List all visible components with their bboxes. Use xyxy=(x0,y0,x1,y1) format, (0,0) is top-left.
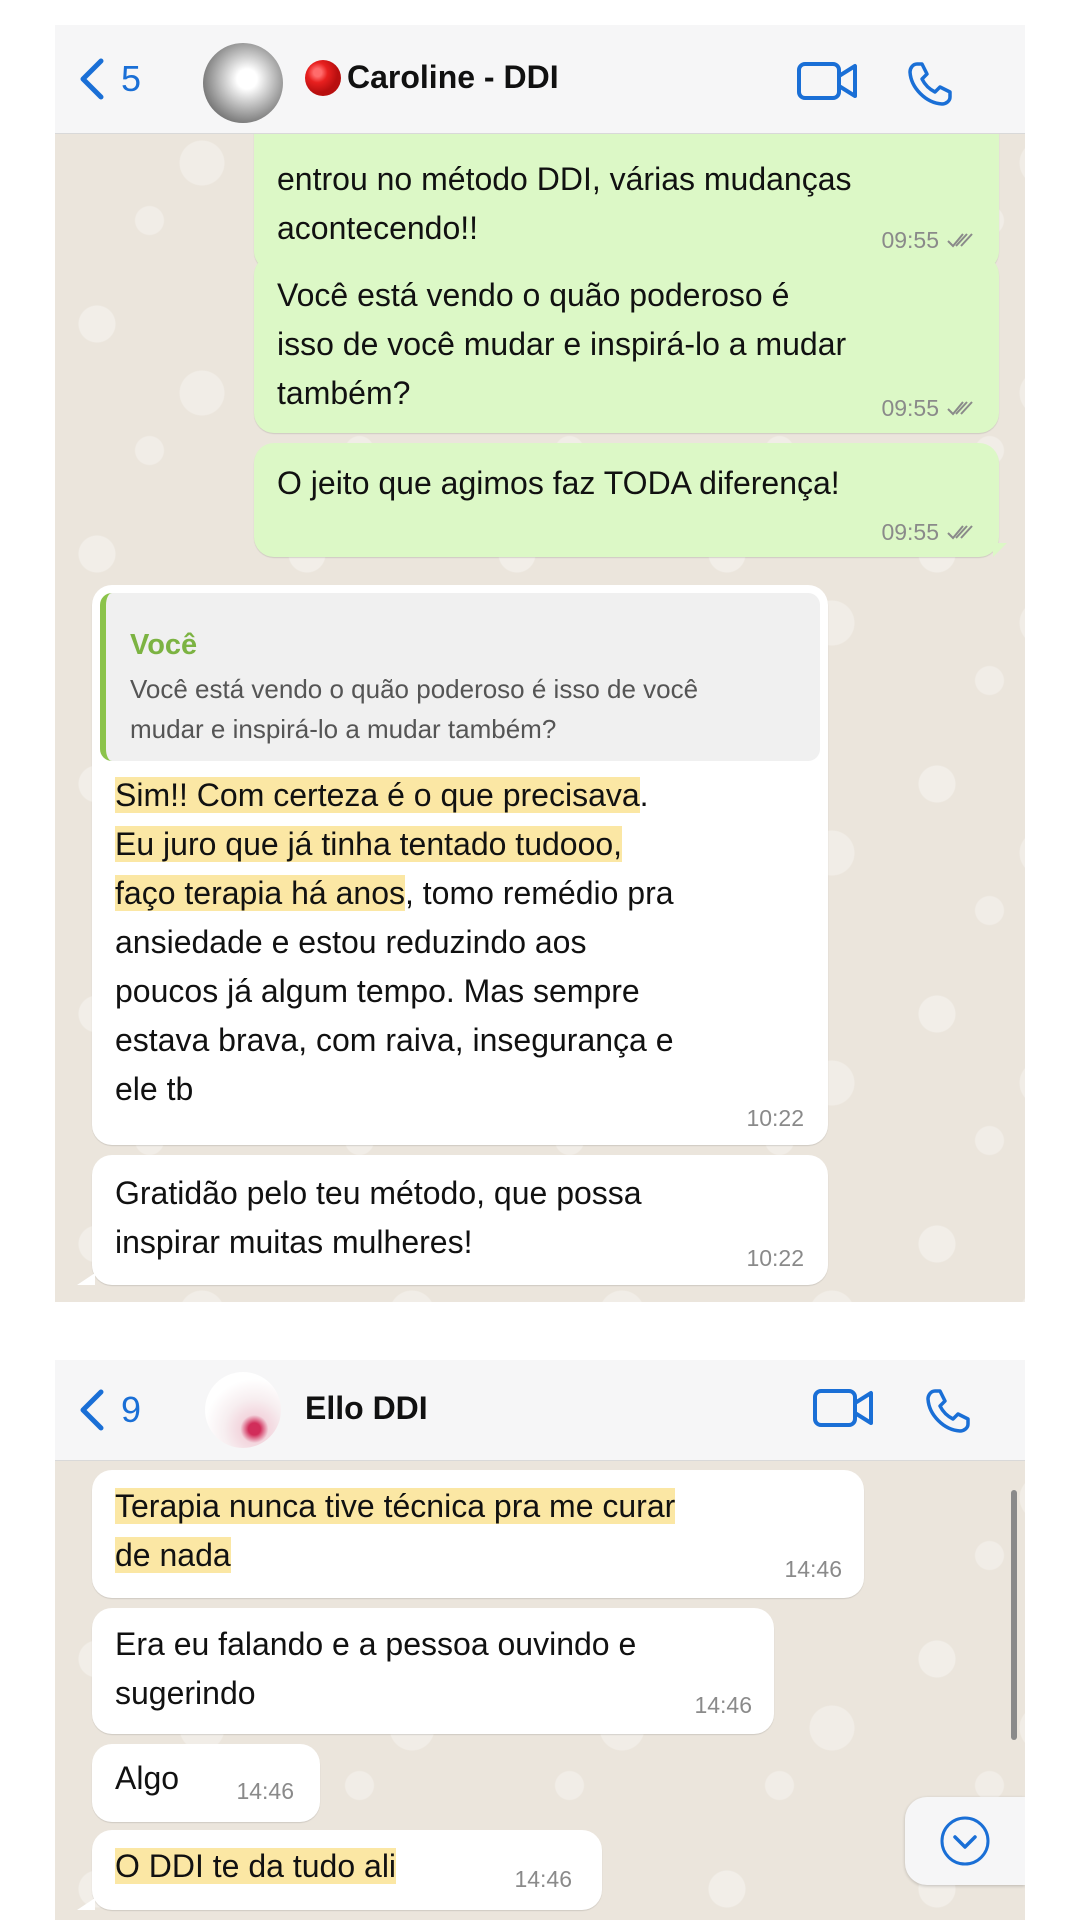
message-body: Sim!! Com certeza é o que precisava. Eu … xyxy=(115,771,674,1114)
quoted-text: Você está vendo o quão poderoso é isso d… xyxy=(130,669,810,749)
message-time: 14:46 xyxy=(784,1556,842,1582)
message-line: O DDI te da tudo ali xyxy=(115,1842,397,1891)
message-line: Era eu falando e a pessoa ouvindo e xyxy=(115,1626,637,1662)
message-line: de nada xyxy=(115,1531,675,1580)
highlighted-text: Eu juro que já tinha tentado tudooo, xyxy=(115,826,623,862)
double-check-icon xyxy=(947,233,973,248)
incoming-message[interactable]: Gratidão pelo teu método, que possa insp… xyxy=(92,1155,828,1285)
message-line: sugerindo xyxy=(115,1675,256,1711)
message-meta: 09:55 xyxy=(881,227,977,253)
highlighted-text: de nada xyxy=(115,1537,231,1573)
avatar[interactable] xyxy=(205,1372,281,1448)
message-time: 09:55 xyxy=(881,395,939,421)
message-line: entrou no método DDI, várias mudanças xyxy=(277,161,852,197)
bubble-tail xyxy=(77,1273,95,1285)
incoming-message[interactable]: Terapia nunca tive técnica pra me curar … xyxy=(92,1470,864,1598)
message-line: faço terapia há anos, tomo remédio pra xyxy=(115,869,674,918)
chat-header: 5 Caroline - DDI xyxy=(55,25,1025,134)
message-time: 14:46 xyxy=(694,1692,752,1718)
contact-name: Caroline - DDI xyxy=(347,59,559,95)
incoming-message[interactable]: Você Você está vendo o quão poderoso é i… xyxy=(92,585,828,1145)
incoming-message[interactable]: Algo 14:46 xyxy=(92,1744,320,1822)
message-time: 14:46 xyxy=(514,1866,572,1892)
message-line: ele tb xyxy=(115,1071,194,1107)
message-line: O jeito que agimos faz TODA diferença! xyxy=(277,465,840,501)
message-line: também? xyxy=(277,375,411,411)
red-circle-icon xyxy=(305,59,341,96)
message-line: Eu juro que já tinha tentado tudooo, xyxy=(115,820,674,869)
message-time: 09:55 xyxy=(881,519,939,545)
back-button[interactable]: 9 xyxy=(79,1388,141,1432)
phone-icon[interactable] xyxy=(907,61,953,107)
contact-name-area[interactable]: Ello DDI xyxy=(305,1390,428,1427)
message-line: Algo xyxy=(115,1760,180,1796)
message-line: ansiedade e estou reduzindo aos xyxy=(115,924,587,960)
highlighted-text: O DDI te da tudo ali xyxy=(115,1848,397,1884)
message-line: Sim!! Com certeza é o que precisava. xyxy=(115,771,674,820)
chat-screenshot-ello: 9 Ello DDI Terapia nunca tive técnica pr… xyxy=(55,1360,1025,1920)
chevron-left-icon xyxy=(80,58,104,100)
double-check-icon xyxy=(947,401,973,416)
chat-header: 9 Ello DDI xyxy=(55,1360,1025,1461)
plain-text: . xyxy=(639,777,649,813)
message-line: inspirar muitas mulheres! xyxy=(115,1224,473,1260)
message-time: 10:22 xyxy=(746,1105,804,1131)
video-camera-icon[interactable] xyxy=(813,1388,875,1428)
outgoing-message[interactable]: O jeito que agimos faz TODA diferença! 0… xyxy=(254,443,999,557)
quoted-author: Você xyxy=(130,629,198,661)
scrollbar[interactable] xyxy=(1011,1490,1017,1740)
unread-count: 5 xyxy=(121,58,142,99)
quoted-message[interactable]: Você Você está vendo o quão poderoso é i… xyxy=(100,593,820,761)
unread-count: 9 xyxy=(121,1389,142,1430)
highlighted-text: faço terapia há anos xyxy=(115,875,405,911)
double-check-icon xyxy=(947,525,973,540)
highlighted-text: Terapia nunca tive técnica pra me curar xyxy=(115,1488,676,1524)
message-line: Gratidão pelo teu método, que possa xyxy=(115,1175,642,1211)
contact-name: Ello DDI xyxy=(305,1390,428,1426)
quoted-line: mudar e inspirá-lo a mudar também? xyxy=(130,714,557,744)
avatar[interactable] xyxy=(203,43,283,123)
message-meta: 09:55 xyxy=(881,519,977,545)
message-time: 09:55 xyxy=(881,227,939,253)
bubble-tail xyxy=(77,1898,95,1910)
plain-text: , tomo remédio pra xyxy=(404,875,674,911)
quoted-line: Você está vendo o quão poderoso é isso d… xyxy=(130,674,699,704)
outgoing-message[interactable]: Você está vendo o quão poderoso é isso d… xyxy=(254,255,999,433)
message-line: isso de você mudar e inspirá-lo a mudar xyxy=(277,326,847,362)
message-line: poucos já algum tempo. Mas sempre xyxy=(115,973,640,1009)
message-time: 14:46 xyxy=(236,1778,294,1804)
incoming-message[interactable]: O DDI te da tudo ali 14:46 xyxy=(92,1830,602,1910)
message-line: Você está vendo o quão poderoso é xyxy=(277,277,790,313)
incoming-message[interactable]: Era eu falando e a pessoa ouvindo e suge… xyxy=(92,1608,774,1734)
back-button[interactable]: 5 xyxy=(79,57,141,101)
phone-icon[interactable] xyxy=(925,1388,971,1434)
chat-screenshot-caroline: 5 Caroline - DDI entrou no método DDI, v… xyxy=(55,25,1025,1302)
message-time: 10:22 xyxy=(746,1245,804,1271)
message-line: Terapia nunca tive técnica pra me curar xyxy=(115,1482,676,1531)
highlighted-text: Sim!! Com certeza é o que precisava xyxy=(115,777,640,813)
message-line: estava brava, com raiva, insegurança e xyxy=(115,1022,674,1058)
scroll-to-bottom-button[interactable] xyxy=(905,1797,1025,1885)
message-meta: 09:55 xyxy=(881,395,977,421)
chevron-left-icon xyxy=(80,1389,104,1431)
chevron-down-circle-icon xyxy=(940,1816,990,1866)
message-line: acontecendo!! xyxy=(277,210,479,246)
video-camera-icon[interactable] xyxy=(797,61,859,101)
contact-name-area[interactable]: Caroline - DDI xyxy=(305,59,559,96)
bubble-tail xyxy=(993,543,1007,557)
